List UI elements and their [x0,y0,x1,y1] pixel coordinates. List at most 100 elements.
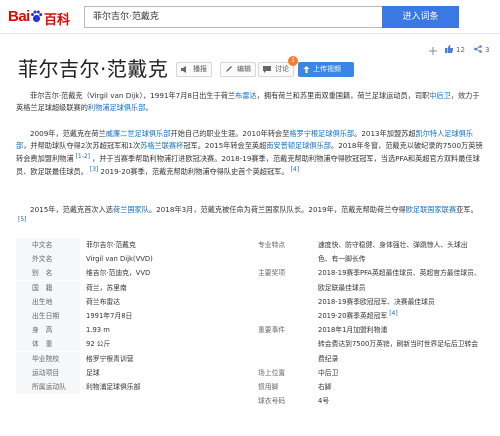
discuss-count-badge: 1 [288,56,298,66]
reference-marker[interactable]: [4] [291,166,300,173]
info-value: 右脚 [318,382,332,391]
info-label: 出生日期 [16,308,80,323]
info-row: 身 高 1.93 m [16,323,244,338]
paragraph-text: ，拥有荷兰和苏里南双重国籍，荷兰足球运动员，司职 [256,91,430,100]
info-label: 身 高 [16,323,80,338]
intro-paragraph: 菲尔吉尔·范戴克（Virgil van Dijk），1991年7月8日出生于荷兰… [16,90,484,115]
pencil-icon [226,66,232,72]
info-row: 欧足联最佳球员 [250,281,478,295]
info-label: 场上位置 [258,368,286,377]
info-row: 外文名 Virgil van Dijk(VVD) [16,252,244,267]
info-label: 出生地 [16,294,80,309]
reference-marker[interactable]: [4] [389,310,398,317]
broadcast-label: 播报 [193,65,207,73]
info-row: 2018-19赛季欧冠冠军、决赛最佳球员 [250,295,478,309]
info-label: 专业特点 [258,241,286,249]
info-value: 2018-19赛季欧冠冠军、决赛最佳球员 [318,297,435,306]
chat-icon [263,66,271,73]
info-row: 专业特点 速度快、防守稳健、身体强壮、弹跳惊人、头球出 [250,238,478,252]
info-value: 格罗宁根青训营 [86,354,134,363]
info-row: 毕业院校 格罗宁根青训营 [16,351,244,366]
info-value: 色、有一脚长传 [318,255,366,264]
info-row: 国 籍荷兰，苏里南 [16,280,244,295]
national-team-paragraph: 2015年，范戴克首次入选荷兰国家队。2018年3月，范戴克被任命为荷兰国家队队… [16,204,484,230]
inline-link[interactable]: 利物浦足球俱乐部 [88,103,146,112]
upload-video-button[interactable]: 上传视频 [298,62,354,77]
info-row: 转会费达到7500万英镑，刷新当时世界足坛后卫转会 [250,337,478,351]
info-value: 速度快、防守稳健、身体强壮、弹跳惊人、头球出 [318,241,468,249]
upload-icon [303,66,310,73]
info-row: 别 名维吉尔·范迪克，VVD [16,266,244,281]
info-right-column: 专业特点 速度快、防守稳健、身体强壮、弹跳惊人、头球出 色、有一脚长传 主要奖项 201… [250,238,481,408]
inline-link[interactable]: 布雷达 [235,91,257,100]
info-label: 毕业院校 [16,351,80,366]
info-label [258,337,314,351]
info-value: Virgil van Dijk(VVD) [86,255,153,264]
share-stat[interactable]: 3 [474,45,489,54]
inline-link[interactable]: 格罗宁根足球俱乐部 [289,129,354,138]
thumbs-up-icon [445,45,453,53]
info-value[interactable]: 荷兰，苏里南 [86,281,127,295]
collect-icon[interactable] [428,46,438,56]
info-label [258,295,314,309]
info-label: 别 名 [16,266,80,281]
edit-label: 编辑 [237,65,251,73]
inline-link[interactable]: 南安普顿足球俱乐部 [266,141,331,150]
info-value: 欧足联最佳球员 [318,283,366,292]
logo-text: Bai [8,8,30,25]
paragraph-text: 。 [145,103,153,113]
paragraph-text: 冠军。2015年转会至英超 [183,141,267,151]
paragraph-text: 开始自己的职业生涯。2010年转会至 [170,129,290,138]
reference-marker[interactable]: [3] [90,166,99,173]
inline-link[interactable]: 威廉二世足球俱乐部 [106,129,171,138]
reference-marker[interactable]: [5] [18,216,27,223]
inline-link[interactable]: 中后卫 [429,91,451,100]
reference-marker[interactable]: [1-2] [76,153,90,160]
paw-icon [31,10,43,23]
paragraph-text: 2015年，范戴克首次入选 [30,205,113,214]
inline-link[interactable]: 苏格兰联赛杯 [140,141,183,150]
discuss-label: 讨论 [275,65,289,73]
info-value: 1.93 m [86,326,110,335]
info-value: 转会费达到7500万英镑，刷新当时世界足坛后卫转会 [318,340,479,349]
broadcast-button[interactable]: 播报 [176,62,212,77]
info-label: 重要事件 [258,326,286,335]
info-row: 重要事件 2018年1月加盟利物浦 [250,323,478,337]
paragraph-text: ，并帮助球队夺得2次苏超冠军和1次 [23,141,141,151]
info-row: 色、有一脚长传 [250,252,478,266]
info-label: 国 籍 [16,280,80,295]
edit-button[interactable]: 编辑 [220,62,256,77]
career-paragraph: 2009年，范戴克在荷兰威廉二世足球俱乐部开始自己的职业生涯。2010年转会至格… [16,128,484,180]
search-input[interactable]: 菲尔吉尔·范戴克 [84,6,382,28]
info-value: 2019-20赛季英超冠军 [4] [318,309,398,320]
info-row: 出生日期 1991年7月8日 [16,308,244,323]
info-label [258,252,314,266]
top-header: Bai 百科 菲尔吉尔·范戴克 进入词条 [0,0,500,34]
info-row: 所属运动队 利物浦足球俱乐部 [16,379,244,394]
info-row: 2019-20赛季英超冠军 [4] [250,309,478,323]
basic-info-box: 中文名 菲尔吉尔·范戴克 外文名 Virgil van Dijk(VVD) 别 名维吉尔… [16,238,482,436]
info-value: 费纪录 [318,354,339,363]
inline-link[interactable]: 欧足联国家联赛 [406,205,456,214]
like-count: 12 [456,46,465,54]
info-label: 惯用脚 [258,382,279,391]
info-value: 中后卫 [318,368,339,377]
paragraph-text: 2009年，范戴克在荷兰 [30,129,106,138]
info-label [258,281,314,295]
info-value: 92 公斤 [86,340,111,349]
paragraph-text: 。2018年3月，范戴克被任命为荷兰国家队队长。2019年，范戴克帮助荷兰夺得 [148,205,406,214]
baidu-baike-logo[interactable]: Bai 百科 [8,8,76,28]
info-label: 外文名 [16,252,80,267]
like-stat[interactable]: 12 [445,45,465,54]
info-row: 场上位置 中后卫 [250,366,478,380]
info-value[interactable]: 足球 [86,366,100,380]
info-row: 中文名 菲尔吉尔·范戴克 [16,238,244,252]
info-row: 主要奖项 2018-19赛季PFA英超最佳球员、英超官方最佳球员、 [250,266,481,280]
info-label: 体 重 [16,337,80,352]
inline-link[interactable]: 荷兰国家队 [113,205,149,214]
info-label: 主要奖项 [258,269,286,278]
search-button[interactable]: 进入词条 [382,6,459,28]
paragraph-text: 。2013年加盟苏超 [354,129,416,138]
share-count: 3 [485,46,490,54]
speaker-icon [181,66,186,73]
